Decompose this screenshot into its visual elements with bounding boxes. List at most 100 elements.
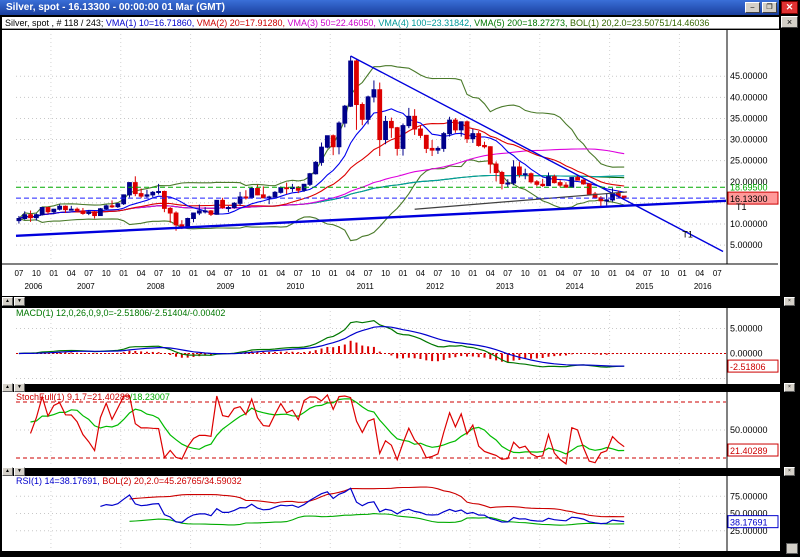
svg-text:10: 10 <box>172 269 181 278</box>
stochastic-legend: StochFull(1) 9,1,7=21.40289/18.23007 <box>16 392 170 403</box>
legend-segment: MACD(1) 12,0,26,0,9,0=-2.51806/-2.51404/… <box>16 308 225 318</box>
svg-text:2007: 2007 <box>77 282 95 291</box>
stochastic-panel: StochFull(1) 9,1,7=21.40289/18.23007 50.… <box>2 392 780 468</box>
price-chart-canvas[interactable]: 45.0000040.0000035.0000030.0000025.00000… <box>2 30 780 296</box>
svg-text:T1: T1 <box>736 202 747 212</box>
legend-segment: VMA(1) 10=16.71860, <box>106 18 197 28</box>
panel-down-icon[interactable]: ▼ <box>14 297 25 306</box>
svg-text:2006: 2006 <box>25 282 43 291</box>
macd-panel: MACD(1) 12,0,26,0,9,0=-2.51806/-2.51404/… <box>2 308 780 384</box>
svg-text:40.00000: 40.00000 <box>730 92 768 102</box>
svg-text:04: 04 <box>626 269 635 278</box>
svg-text:04: 04 <box>416 269 425 278</box>
legend-segment: VMA(2) 20=17.91280, <box>197 18 288 28</box>
svg-text:10: 10 <box>591 269 600 278</box>
svg-text:45.00000: 45.00000 <box>730 71 768 81</box>
time-axis: 07 10 01 04 07 10 01 04 07 10 01 04 07 10 01 04 07 10 01 04… <box>14 269 722 291</box>
svg-text:01: 01 <box>608 269 617 278</box>
svg-text:2009: 2009 <box>217 282 235 291</box>
app-window: Silver, spot - 16.13300 - 00:00:00 01 Ma… <box>0 0 800 557</box>
gridlines <box>16 34 726 262</box>
svg-text:21.40289: 21.40289 <box>730 446 768 456</box>
svg-text:01: 01 <box>678 269 687 278</box>
svg-text:04: 04 <box>556 269 565 278</box>
price-chart-panel: 45.0000040.0000035.0000030.0000025.00000… <box>2 30 780 296</box>
svg-text:T1: T1 <box>682 230 693 240</box>
legend-segment: VMA(5) 200=18.27273, <box>474 18 570 28</box>
title-bar[interactable]: Silver, spot - 16.13300 - 00:00:00 01 Ma… <box>0 0 779 15</box>
svg-text:25.00000: 25.00000 <box>730 156 768 166</box>
svg-text:01: 01 <box>259 269 268 278</box>
svg-text:07: 07 <box>294 269 303 278</box>
svg-text:07: 07 <box>14 269 23 278</box>
svg-text:01: 01 <box>538 269 547 278</box>
panel-down-icon[interactable]: ▼ <box>14 383 25 392</box>
legend-segment: StochFull(1) 9,1,7=21.40289 <box>16 392 130 402</box>
svg-text:38.17691: 38.17691 <box>730 518 768 528</box>
macd-canvas[interactable]: 5.000000.00000-2.51806 <box>2 308 780 384</box>
close-icon[interactable]: ✕ <box>781 1 798 14</box>
svg-text:2012: 2012 <box>426 282 444 291</box>
svg-text:75.00000: 75.00000 <box>730 491 768 501</box>
macd-close-icon[interactable]: × <box>784 297 795 306</box>
svg-text:07: 07 <box>84 269 93 278</box>
svg-text:10: 10 <box>660 269 669 278</box>
rsi-panel: RSI(1) 14=38.17691, BOL(2) 20,2.0=45.267… <box>2 476 780 551</box>
stochastic-canvas[interactable]: 50.00000 21.40289 <box>2 392 780 468</box>
svg-text:04: 04 <box>695 269 704 278</box>
svg-text:07: 07 <box>364 269 373 278</box>
svg-text:01: 01 <box>468 269 477 278</box>
svg-text:04: 04 <box>276 269 285 278</box>
svg-text:5.00000: 5.00000 <box>730 324 763 334</box>
svg-text:01: 01 <box>49 269 58 278</box>
rsi-legend: RSI(1) 14=38.17691, BOL(2) 20,2.0=45.267… <box>16 476 242 487</box>
svg-text:2016: 2016 <box>694 282 712 291</box>
legend-segment: VMA(3) 50=22.46050, <box>288 18 379 28</box>
svg-text:07: 07 <box>573 269 582 278</box>
window-title: Silver, spot - 16.13300 - 00:00:00 01 Ma… <box>6 2 225 13</box>
restore-button[interactable]: ❐ <box>762 2 777 13</box>
rsi-canvas[interactable]: 75.0000050.0000025.0000038.17691 <box>2 476 780 551</box>
svg-text:01: 01 <box>189 269 198 278</box>
panel-down-icon[interactable]: ▼ <box>14 467 25 476</box>
svg-text:2010: 2010 <box>286 282 304 291</box>
svg-text:10: 10 <box>102 269 111 278</box>
macd-legend: MACD(1) 12,0,26,0,9,0=-2.51806/-2.51404/… <box>16 308 225 319</box>
svg-text:01: 01 <box>329 269 338 278</box>
svg-text:10: 10 <box>32 269 41 278</box>
svg-text:2013: 2013 <box>496 282 514 291</box>
panel-up-icon[interactable]: ▲ <box>2 297 13 306</box>
child-close-icon[interactable]: × <box>781 16 798 28</box>
svg-text:07: 07 <box>503 269 512 278</box>
svg-text:18.69500: 18.69500 <box>730 182 768 192</box>
panel-up-icon[interactable]: ▲ <box>2 383 13 392</box>
resize-grip[interactable] <box>786 543 798 554</box>
legend-segment: Silver, spot , # 118 / 243; <box>5 18 106 28</box>
svg-text:50.00000: 50.00000 <box>730 425 768 435</box>
svg-text:2015: 2015 <box>636 282 654 291</box>
svg-text:04: 04 <box>346 269 355 278</box>
svg-text:10: 10 <box>241 269 250 278</box>
svg-text:10: 10 <box>521 269 530 278</box>
svg-text:01: 01 <box>399 269 408 278</box>
svg-text:35.00000: 35.00000 <box>730 113 768 123</box>
rsi-close-icon[interactable]: × <box>784 467 795 476</box>
stoch-close-icon[interactable]: × <box>784 383 795 392</box>
svg-text:01: 01 <box>119 269 128 278</box>
legend-segment: BOL(1) 20,2.0=23.50751/14.46036 <box>570 18 709 28</box>
minimize-button[interactable]: – <box>745 2 760 13</box>
svg-text:07: 07 <box>643 269 652 278</box>
legend-segment: RSI(1) 14=38.17691, <box>16 476 102 486</box>
svg-text:07: 07 <box>224 269 233 278</box>
svg-text:-2.51806: -2.51806 <box>730 362 766 372</box>
svg-text:07: 07 <box>433 269 442 278</box>
svg-text:10: 10 <box>451 269 460 278</box>
svg-text:04: 04 <box>207 269 216 278</box>
svg-text:04: 04 <box>486 269 495 278</box>
trendlines <box>16 56 726 251</box>
panel-up-icon[interactable]: ▲ <box>2 467 13 476</box>
legend-segment: VMA(4) 100=23.31842, <box>378 18 474 28</box>
svg-text:2008: 2008 <box>147 282 165 291</box>
svg-text:04: 04 <box>137 269 146 278</box>
legend-segment: /18.23007 <box>130 392 170 402</box>
